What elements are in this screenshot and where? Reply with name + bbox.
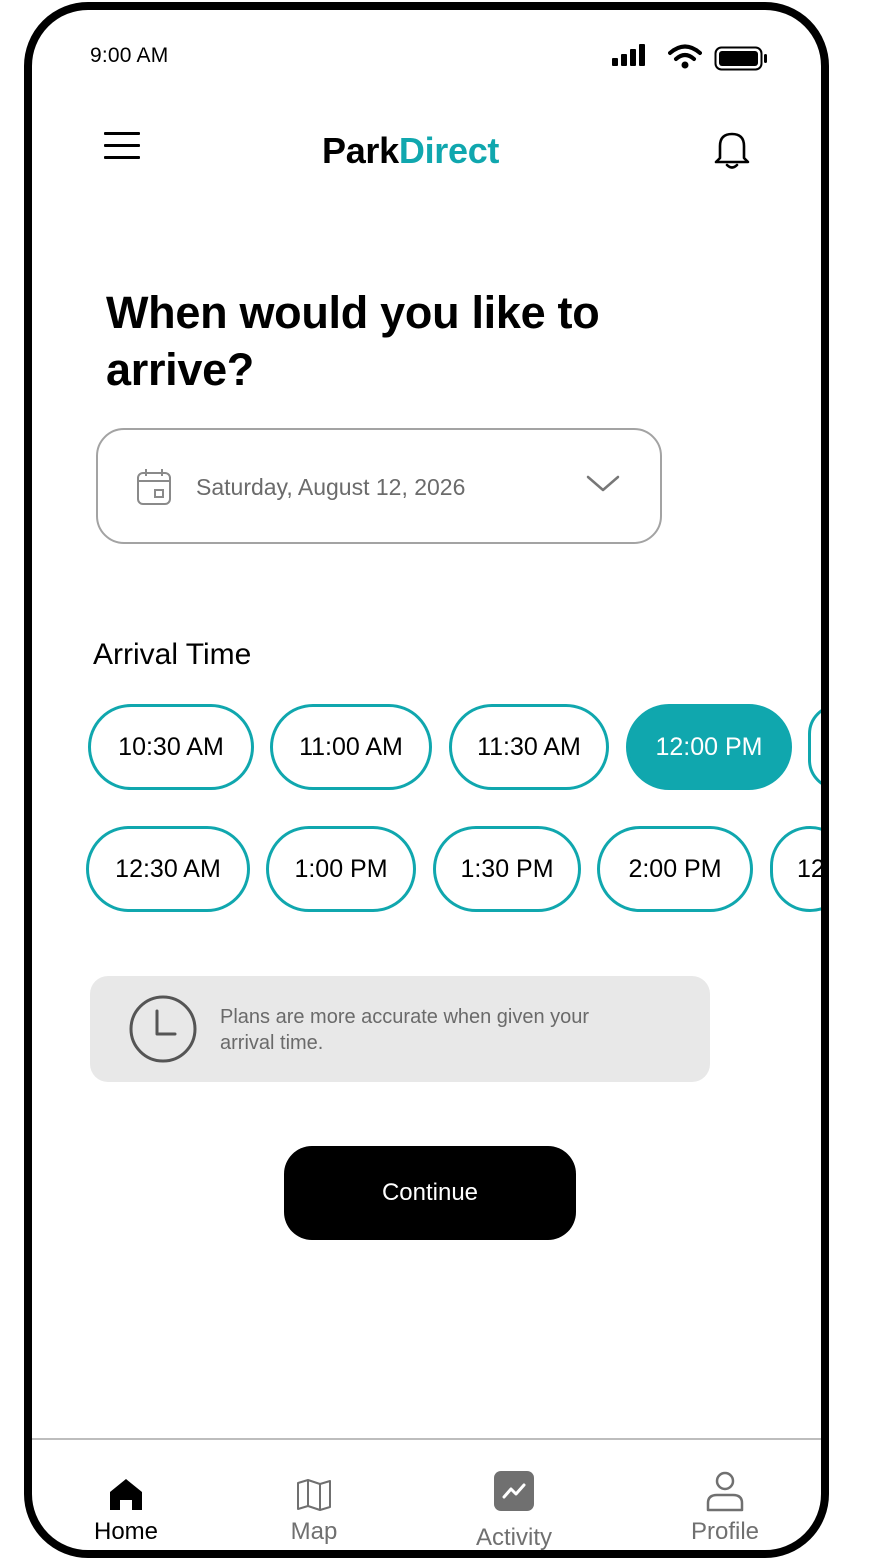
brand-primary: Park: [322, 130, 399, 171]
time-slot[interactable]: 1:00 PM: [266, 826, 416, 912]
phone-frame: 9:00 AM ParkDirect When would you like t…: [24, 2, 829, 1558]
date-picker[interactable]: Saturday, August 12, 2026: [96, 428, 662, 544]
clock-icon: [129, 995, 197, 1063]
home-icon: [110, 1479, 142, 1510]
time-slot[interactable]: 11:00 AM: [270, 704, 432, 790]
time-slot[interactable]: 10:30 AM: [88, 704, 254, 790]
time-slot-partial[interactable]: 12: [770, 826, 821, 912]
chevron-down-icon: [586, 475, 620, 492]
nav-label-activity: Activity: [475, 1524, 552, 1551]
wifi-icon: [668, 44, 702, 69]
nav-divider: [32, 1438, 821, 1440]
nav-label-home: Home: [93, 1518, 159, 1545]
profile-icon: [706, 1471, 744, 1512]
arrival-time-label: Arrival Time: [93, 638, 252, 671]
signal-icon: [612, 44, 648, 68]
nav-item-activity[interactable]: Activity: [444, 1458, 584, 1551]
status-time: 9:00 AM: [90, 44, 169, 67]
continue-button[interactable]: Continue: [284, 1146, 576, 1240]
calendar-icon: [137, 469, 171, 505]
nav-item-home[interactable]: Home: [56, 1458, 196, 1546]
hint-text: Plans are more accurate when given your …: [220, 1006, 590, 1054]
activity-icon: [494, 1471, 534, 1511]
screen: 9:00 AM ParkDirect When would you like t…: [32, 10, 821, 1550]
page-title: When would you like to arrive?: [106, 287, 600, 395]
time-slot[interactable]: 1:30 PM: [433, 826, 581, 912]
status-icons: [612, 44, 782, 74]
nav-item-profile[interactable]: Profile: [655, 1458, 795, 1546]
brand-logo: ParkDirect: [322, 130, 499, 172]
time-slot-partial[interactable]: [808, 704, 821, 790]
menu-icon[interactable]: [104, 132, 144, 164]
date-value: Saturday, August 12, 2026: [196, 474, 466, 500]
nav-item-map[interactable]: Map: [244, 1458, 384, 1546]
battery-icon: [714, 46, 767, 71]
time-slot-selected[interactable]: 12:00 PM: [626, 704, 792, 790]
nav-label-map: Map: [290, 1518, 338, 1545]
nav-label-profile: Profile: [690, 1518, 760, 1545]
time-slot[interactable]: 2:00 PM: [597, 826, 753, 912]
bell-icon[interactable]: [710, 128, 754, 170]
map-icon: [297, 1479, 331, 1511]
info-hint: Plans are more accurate when given your …: [90, 976, 710, 1082]
time-slot[interactable]: 12:30 AM: [86, 826, 250, 912]
time-slot[interactable]: 11:30 AM: [449, 704, 609, 790]
brand-accent: Direct: [398, 130, 500, 171]
